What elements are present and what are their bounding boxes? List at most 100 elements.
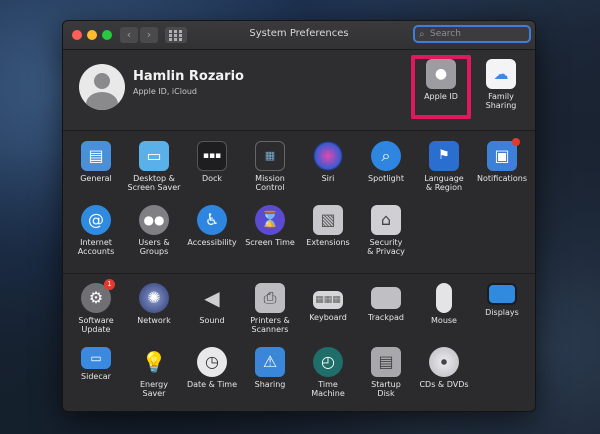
folder-sharing-icon: ⚠ xyxy=(255,347,285,377)
time-machine-icon: ◴ xyxy=(313,347,343,377)
hard-disk-icon: ▤ xyxy=(371,347,401,377)
back-button[interactable]: ‹ xyxy=(120,27,138,43)
pane-accessibility[interactable]: ♿ Accessibility xyxy=(183,205,241,247)
pane-security-privacy[interactable]: ⌂ Security & Privacy xyxy=(357,205,415,256)
trackpad-icon xyxy=(371,287,401,309)
pane-language-region[interactable]: ⚑ Language & Region xyxy=(415,141,473,192)
pane-label: Sidecar xyxy=(81,372,111,381)
pane-label: Screen Time xyxy=(245,238,295,247)
mission-control-icon: ▦ xyxy=(255,141,285,171)
pane-desktop-screen-saver[interactable]: ▭ Desktop & Screen Saver xyxy=(125,141,183,192)
pane-label: Users & Groups xyxy=(138,238,170,256)
pane-label: Date & Time xyxy=(186,380,238,389)
pane-sidecar[interactable]: ▭ Sidecar xyxy=(67,347,125,381)
search-icon: ⌕ xyxy=(419,29,425,40)
gear-icon: ⚙ 1 xyxy=(81,279,115,313)
pane-software-update[interactable]: ⚙ 1 Software Update xyxy=(67,279,125,334)
globe-icon: ✺ xyxy=(139,283,169,313)
pane-spotlight[interactable]: ⌕ Spotlight xyxy=(357,141,415,183)
pane-label: Sound xyxy=(199,316,225,325)
update-badge: 1 xyxy=(104,279,115,290)
pane-label: Energy Saver xyxy=(139,380,168,398)
pane-label: CDs & DVDs xyxy=(419,380,469,389)
pane-label: Sharing xyxy=(254,380,286,389)
pane-sharing[interactable]: ⚠ Sharing xyxy=(241,347,299,389)
show-all-button[interactable] xyxy=(165,27,187,43)
apple-id-label: Apple ID xyxy=(424,92,458,101)
pane-startup-disk[interactable]: ▤ Startup Disk xyxy=(357,347,415,398)
language-region-icon: ⚑ xyxy=(429,141,459,171)
mouse-icon xyxy=(436,283,452,313)
pane-label: Dock xyxy=(201,174,223,183)
pane-label: Startup Disk xyxy=(371,380,401,398)
pane-label: Printers & Scanners xyxy=(250,316,290,334)
pane-label: Displays xyxy=(485,308,519,317)
pane-label: Software Update xyxy=(78,316,114,334)
search-input[interactable] xyxy=(430,28,520,40)
title-bar: ‹ › System Preferences ⌕ xyxy=(63,21,535,50)
dock-icon: ▪▪▪ xyxy=(197,141,227,171)
pane-screen-time[interactable]: ⌛ Screen Time xyxy=(241,205,299,247)
disc-icon xyxy=(429,347,459,377)
pane-label: Siri xyxy=(321,174,335,183)
pane-label: Trackpad xyxy=(368,313,404,322)
pane-general[interactable]: ▤ General xyxy=(67,141,125,183)
pane-mouse[interactable]: Mouse xyxy=(415,283,473,325)
pane-label: Time Machine xyxy=(311,380,345,398)
pane-notifications[interactable]: ▣ Notifications xyxy=(473,138,531,183)
pane-displays[interactable]: Displays xyxy=(473,283,531,317)
pane-energy-saver[interactable]: 💡 Energy Saver xyxy=(125,347,183,398)
pane-trackpad[interactable]: Trackpad xyxy=(357,283,415,322)
window-title: System Preferences xyxy=(249,28,349,39)
pane-extensions[interactable]: ▧ Extensions xyxy=(299,205,357,247)
spotlight-icon: ⌕ xyxy=(371,141,401,171)
pane-time-machine[interactable]: ◴ Time Machine xyxy=(299,347,357,398)
family-sharing-label: Family Sharing xyxy=(485,92,517,110)
zoom-button[interactable] xyxy=(102,30,112,40)
minimize-button[interactable] xyxy=(87,30,97,40)
pane-keyboard[interactable]: ▦▦▦ Keyboard xyxy=(299,283,357,322)
cloud-icon: ☁ xyxy=(486,59,516,89)
user-subtitle: Apple ID, iCloud xyxy=(133,87,197,96)
pane-label: General xyxy=(80,174,112,183)
pane-label: Security & Privacy xyxy=(367,238,405,256)
pane-label: Mouse xyxy=(431,316,457,325)
search-field[interactable]: ⌕ xyxy=(413,25,531,43)
family-sharing-pane[interactable]: ☁ Family Sharing xyxy=(472,59,530,110)
clock-icon: ◷ xyxy=(197,347,227,377)
house-lock-icon: ⌂ xyxy=(371,205,401,235)
extensions-icon: ▧ xyxy=(313,205,343,235)
pane-dock[interactable]: ▪▪▪ Dock xyxy=(183,141,241,183)
avatar[interactable] xyxy=(79,64,125,110)
pane-label: Internet Accounts xyxy=(77,238,115,256)
printer-icon: ⎙ xyxy=(255,283,285,313)
pane-label: Language & Region xyxy=(424,174,464,192)
forward-button[interactable]: › xyxy=(140,27,158,43)
accessibility-icon: ♿ xyxy=(197,205,227,235)
pane-mission-control[interactable]: ▦ Mission Control xyxy=(241,141,299,192)
sidecar-icon: ▭ xyxy=(81,347,111,369)
pane-label: Notifications xyxy=(476,174,528,183)
pane-internet-accounts[interactable]: @ Internet Accounts xyxy=(67,205,125,256)
system-preferences-window: ‹ › System Preferences ⌕ Hamlin Rozario … xyxy=(62,20,536,412)
pane-users-groups[interactable]: ●● Users & Groups xyxy=(125,205,183,256)
siri-icon xyxy=(313,141,343,171)
pane-sound[interactable]: ◀ Sound xyxy=(183,283,241,325)
pane-label: Mission Control xyxy=(255,174,285,192)
pane-label: Accessibility xyxy=(187,238,237,247)
screen-time-icon: ⌛ xyxy=(255,205,285,235)
keyboard-icon: ▦▦▦ xyxy=(313,291,343,309)
pane-printers-scanners[interactable]: ⎙ Printers & Scanners xyxy=(241,283,299,334)
close-button[interactable] xyxy=(72,30,82,40)
pane-cds-dvds[interactable]: CDs & DVDs xyxy=(415,347,473,389)
speaker-icon: ◀ xyxy=(204,286,220,310)
pane-date-time[interactable]: ◷ Date & Time xyxy=(183,347,241,389)
display-icon xyxy=(487,283,517,305)
internet-accounts-icon: @ xyxy=(81,205,111,235)
users-groups-icon: ●● xyxy=(139,205,169,235)
pane-label: Network xyxy=(137,316,171,325)
pane-network[interactable]: ✺ Network xyxy=(125,283,183,325)
pane-siri[interactable]: Siri xyxy=(299,141,357,183)
pane-label: Extensions xyxy=(306,238,350,247)
apple-id-pane[interactable]: ● Apple ID xyxy=(412,59,470,101)
